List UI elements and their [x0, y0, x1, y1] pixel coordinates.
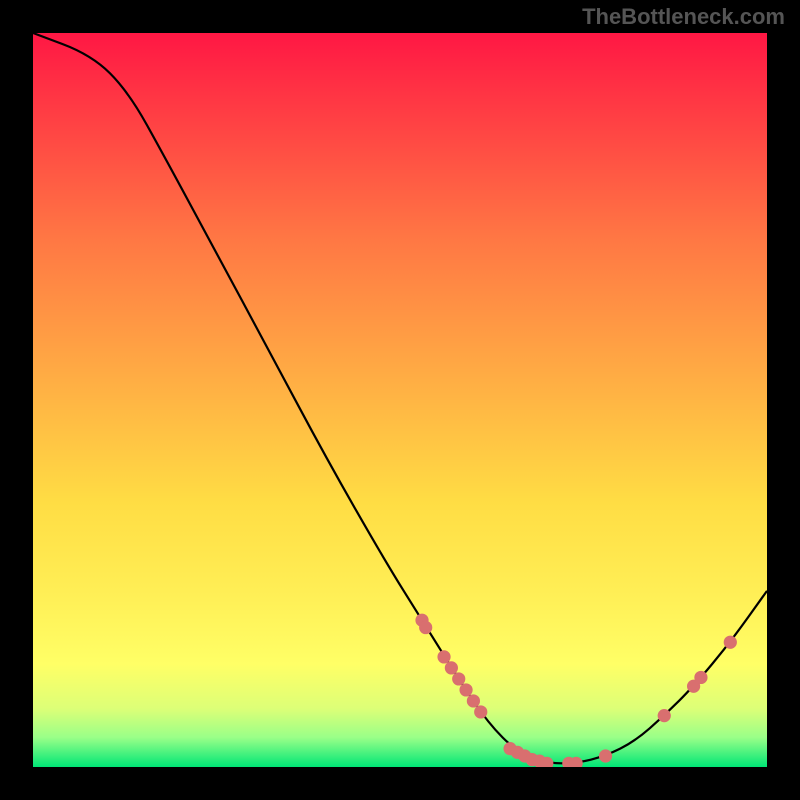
- markers-group: [415, 614, 736, 767]
- data-marker: [694, 671, 707, 684]
- data-marker: [658, 709, 671, 722]
- data-marker: [467, 694, 480, 707]
- data-marker: [419, 621, 432, 634]
- data-marker: [445, 661, 458, 674]
- bottleneck-curve: [33, 33, 767, 763]
- data-marker: [437, 650, 450, 663]
- curve-svg: [33, 33, 767, 767]
- attribution-text: TheBottleneck.com: [582, 4, 785, 30]
- data-marker: [459, 683, 472, 696]
- data-marker: [474, 705, 487, 718]
- plot-area: [33, 33, 767, 767]
- chart-container: TheBottleneck.com: [0, 0, 800, 800]
- data-marker: [724, 636, 737, 649]
- data-marker: [599, 749, 612, 762]
- data-marker: [452, 672, 465, 685]
